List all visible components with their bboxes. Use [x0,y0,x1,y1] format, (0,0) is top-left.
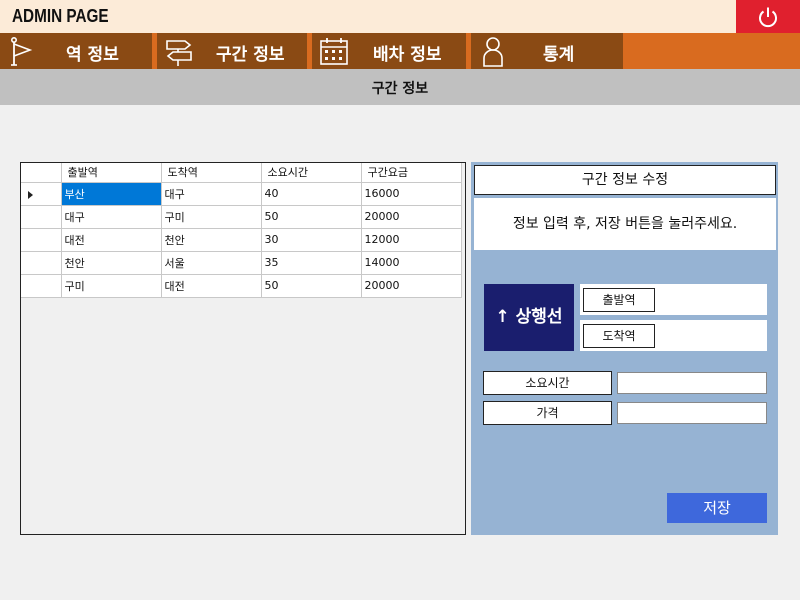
nav-label-stations: 역 정보 [66,45,119,65]
table-row[interactable]: 부산 대구 40 16000 [21,182,462,206]
column-header[interactable]: 출발역 [61,163,162,183]
flag-icon [11,36,33,66]
table-cell[interactable]: 50 [261,205,362,229]
nav-item-stations[interactable]: 역 정보 [0,33,152,69]
column-header[interactable]: 도착역 [161,163,262,183]
table-cell[interactable]: 35 [261,251,362,275]
column-header[interactable]: 구간요금 [361,163,462,183]
row-header[interactable] [21,251,62,275]
table-cell[interactable]: 12000 [361,228,462,252]
price-label: 가격 [483,401,612,425]
nav-item-sections[interactable]: 구간 정보 [157,33,307,69]
table-cell[interactable]: 구미 [61,274,162,298]
row-header[interactable] [21,228,62,252]
table-cell[interactable]: 50 [261,274,362,298]
table-cell[interactable]: 대전 [161,274,262,298]
table-cell[interactable]: 20000 [361,274,462,298]
row-header-corner [21,163,62,183]
row-header[interactable] [21,182,62,206]
section-grid[interactable]: 출발역 도착역 소요시간 구간요금 부산 대구 40 16000 대구 구미 50 20000… [20,162,466,535]
app-title: ADMIN PAGE [12,6,109,26]
edit-panel: 구간 정보 수정 정보 입력 후, 저장 버튼을 눌러주세요. ↑ 상행선 출발… [471,162,778,535]
panel-title: 구간 정보 수정 [474,165,776,195]
direction-toggle-button[interactable]: ↑ 상행선 [484,284,574,351]
departure-station-box[interactable]: 출발역 [580,284,767,315]
instruction-message: 정보 입력 후, 저장 버튼을 눌러주세요. [474,198,776,250]
table-row[interactable]: 천안 서울 35 14000 [21,251,462,275]
table-cell[interactable]: 16000 [361,182,462,206]
table-header-row: 출발역 도착역 소요시간 구간요금 [21,163,462,183]
current-row-arrow-icon [28,190,33,199]
row-header[interactable] [21,205,62,229]
column-header[interactable]: 소요시간 [261,163,362,183]
table-cell[interactable]: 대구 [161,182,262,206]
nav-label-sections: 구간 정보 [216,45,285,65]
table-cell[interactable]: 천안 [61,251,162,275]
nav-item-stats[interactable]: 통계 [471,33,623,69]
departure-station-label[interactable]: 출발역 [583,288,655,312]
table-row[interactable]: 구미 대전 50 20000 [21,274,462,298]
save-button[interactable]: 저장 [667,493,767,523]
nav-item-dispatch[interactable]: 배차 정보 [312,33,466,69]
table-row[interactable]: 대전 천안 30 12000 [21,228,462,252]
section-table: 출발역 도착역 소요시간 구간요금 부산 대구 40 16000 대구 구미 50 20000… [21,163,462,298]
duration-input[interactable] [617,372,767,394]
nav-bar: 역 정보 구간 정보 배차 정보 통계 [0,33,800,69]
arrival-station-box[interactable]: 도착역 [580,320,767,351]
page-header: 구간 정보 [0,69,800,105]
table-cell[interactable]: 대구 [61,205,162,229]
row-header[interactable] [21,274,62,298]
arrival-station-label[interactable]: 도착역 [583,324,655,348]
power-button[interactable] [736,0,800,33]
price-input[interactable] [617,402,767,424]
nav-label-stats: 통계 [543,45,575,65]
duration-label: 소요시간 [483,371,612,395]
table-cell[interactable]: 구미 [161,205,262,229]
title-bar: ADMIN PAGE [0,0,800,33]
calendar-icon [320,38,348,65]
table-cell[interactable]: 30 [261,228,362,252]
power-icon [759,7,777,27]
person-icon [483,37,503,67]
table-cell[interactable]: 천안 [161,228,262,252]
table-cell[interactable]: 부산 [61,182,162,206]
table-row[interactable]: 대구 구미 50 20000 [21,205,462,229]
table-cell[interactable]: 40 [261,182,362,206]
signpost-icon [166,40,192,66]
nav-label-dispatch: 배차 정보 [373,45,442,65]
page-title: 구간 정보 [371,81,429,97]
table-cell[interactable]: 20000 [361,205,462,229]
table-cell[interactable]: 대전 [61,228,162,252]
table-cell[interactable]: 서울 [161,251,262,275]
table-cell[interactable]: 14000 [361,251,462,275]
